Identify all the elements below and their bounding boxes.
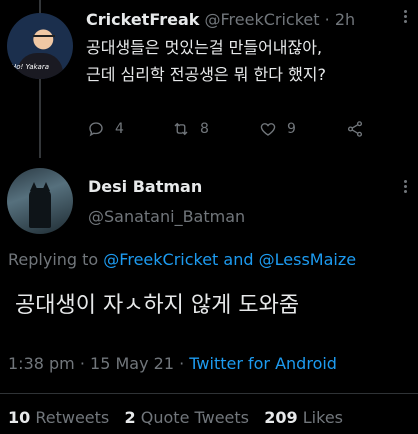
retweets-count: 10 — [8, 408, 31, 427]
parent-tweet-header: CricketFreak @FreekCricket · 2h — [86, 10, 355, 29]
handle[interactable]: @Sanatani_Batman — [88, 207, 245, 226]
avatar-glasses — [33, 35, 55, 40]
quotes-label: Quote Tweets — [140, 408, 249, 427]
tweet-text-line: 공대생들은 멋있는걸 만들어내잖아, — [86, 38, 323, 57]
likes-label: Likes — [302, 408, 343, 427]
avatar[interactable]: Ho! Yakara — [7, 13, 73, 79]
replying-and: and — [223, 250, 254, 269]
share-button[interactable] — [346, 120, 364, 138]
replying-prefix: Replying to — [8, 250, 99, 269]
tweet-time[interactable]: 1:38 pm — [8, 354, 75, 373]
display-name[interactable]: CricketFreak — [86, 10, 199, 29]
tweet-source[interactable]: Twitter for Android — [189, 354, 337, 373]
mention-link[interactable]: @FreekCricket — [103, 250, 218, 269]
quotes-count: 2 — [124, 408, 136, 427]
tweet-text-line: 근데 심리학 전공생은 뭐 한다 했지? — [86, 65, 327, 84]
reply-icon — [89, 122, 103, 137]
like-button[interactable]: 9 — [259, 120, 296, 138]
reply-button[interactable]: 4 — [87, 120, 124, 138]
tweet-meta: 1:38 pm · 15 May 21 · Twitter for Androi… — [8, 354, 337, 373]
retweets-stat[interactable]: 10 Retweets — [8, 408, 109, 427]
separator: · — [79, 354, 85, 373]
main-tweet-text: 공대생이 자ㅅ하지 않게 도와줌 — [15, 293, 300, 318]
display-name[interactable]: Desi Batman — [88, 177, 202, 196]
reply-count: 4 — [115, 121, 124, 137]
likes-stat[interactable]: 209 Likes — [264, 408, 343, 427]
parent-tweet[interactable]: Ho! Yakara CricketFreak @FreekCricket · … — [0, 0, 418, 160]
tweet-stats: 10 Retweets 2 Quote Tweets 209 Likes — [8, 408, 343, 427]
mention-link[interactable]: @LessMaize — [259, 250, 356, 269]
retweets-label: Retweets — [35, 408, 110, 427]
retweet-count: 8 — [200, 121, 209, 137]
like-count: 9 — [287, 121, 296, 137]
avatar[interactable] — [7, 168, 73, 234]
divider — [0, 393, 418, 394]
timestamp[interactable]: 2h — [335, 10, 355, 29]
handle[interactable]: @FreekCricket — [205, 10, 320, 29]
likes-count: 209 — [264, 408, 298, 427]
avatar-caption: Ho! Yakara — [11, 63, 50, 71]
tweet-date[interactable]: 15 May 21 — [90, 354, 174, 373]
separator: · — [179, 354, 185, 373]
parent-tweet-text: 공대생들은 멋있는걸 만들어내잖아, 근데 심리학 전공생은 뭐 한다 했지? — [86, 34, 411, 88]
share-icon — [347, 121, 363, 137]
quote-tweets-stat[interactable]: 2 Quote Tweets — [125, 408, 249, 427]
retweet-button[interactable]: 8 — [172, 120, 209, 138]
retweet-icon — [174, 122, 188, 136]
more-icon[interactable] — [404, 10, 414, 24]
replying-to: Replying to @FreekCricket and @LessMaize — [8, 250, 356, 269]
separator: · — [324, 10, 330, 29]
tweet-actions: 4 8 9 — [0, 120, 418, 140]
avatar-figure — [29, 188, 51, 228]
like-icon — [260, 123, 276, 136]
more-icon[interactable] — [404, 180, 414, 194]
